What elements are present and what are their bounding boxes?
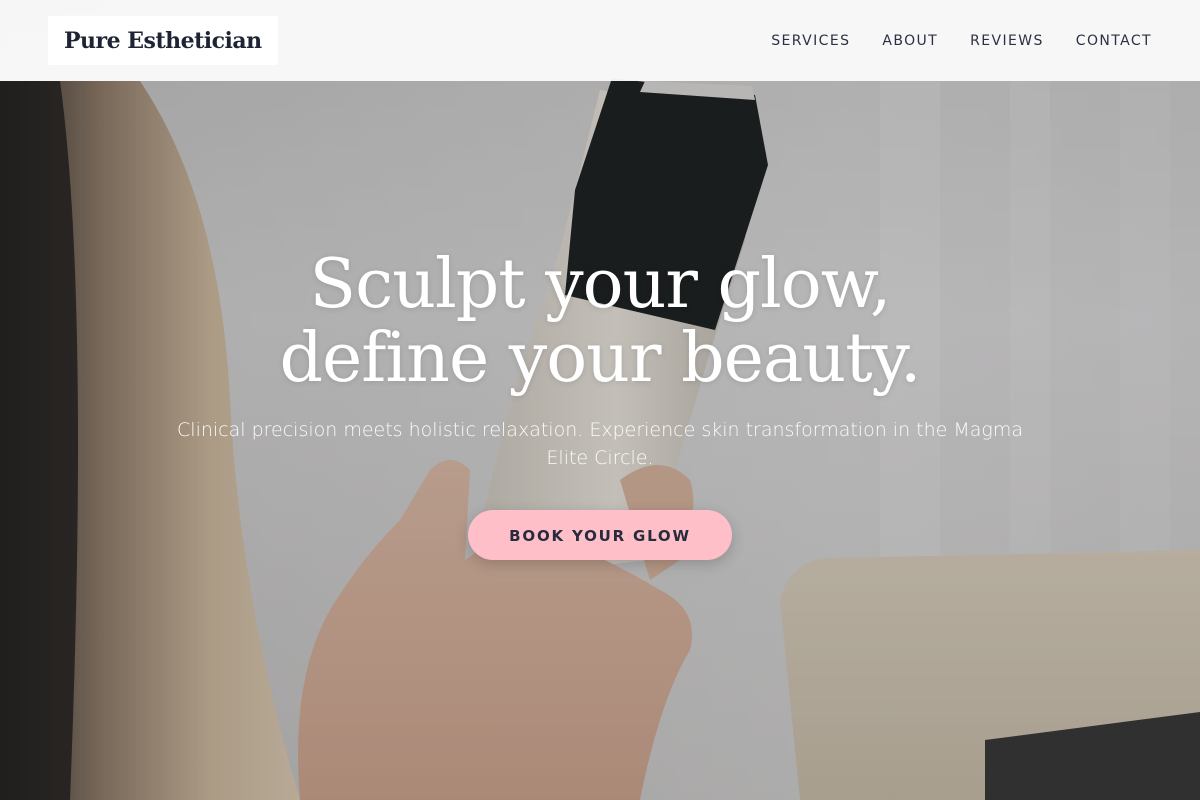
book-your-glow-button[interactable]: BOOK YOUR GLOW <box>468 510 732 560</box>
hero-subtitle: Clinical precision meets holistic relaxa… <box>177 419 1023 469</box>
hero-title-line-2: define your beauty. <box>279 319 921 398</box>
nav-link-services[interactable]: SERVICES <box>771 33 850 49</box>
logo-text: Pure Esthetician <box>64 27 262 54</box>
hero-title-line-1: Sculpt your glow, <box>309 245 892 324</box>
nav-link-about[interactable]: ABOUT <box>882 33 938 49</box>
nav-link-reviews[interactable]: REVIEWS <box>970 33 1044 49</box>
page: Pure Esthetician SERVICES ABOUT REVIEWS … <box>0 0 1200 800</box>
nav-link-contact[interactable]: CONTACT <box>1076 33 1152 49</box>
hero-section: Sculpt your glow, define your beauty. Cl… <box>0 248 1200 560</box>
main-nav: SERVICES ABOUT REVIEWS CONTACT <box>771 33 1152 49</box>
hero-title: Sculpt your glow, define your beauty. <box>0 248 1200 396</box>
logo[interactable]: Pure Esthetician <box>48 16 278 65</box>
site-header: Pure Esthetician SERVICES ABOUT REVIEWS … <box>0 0 1200 81</box>
